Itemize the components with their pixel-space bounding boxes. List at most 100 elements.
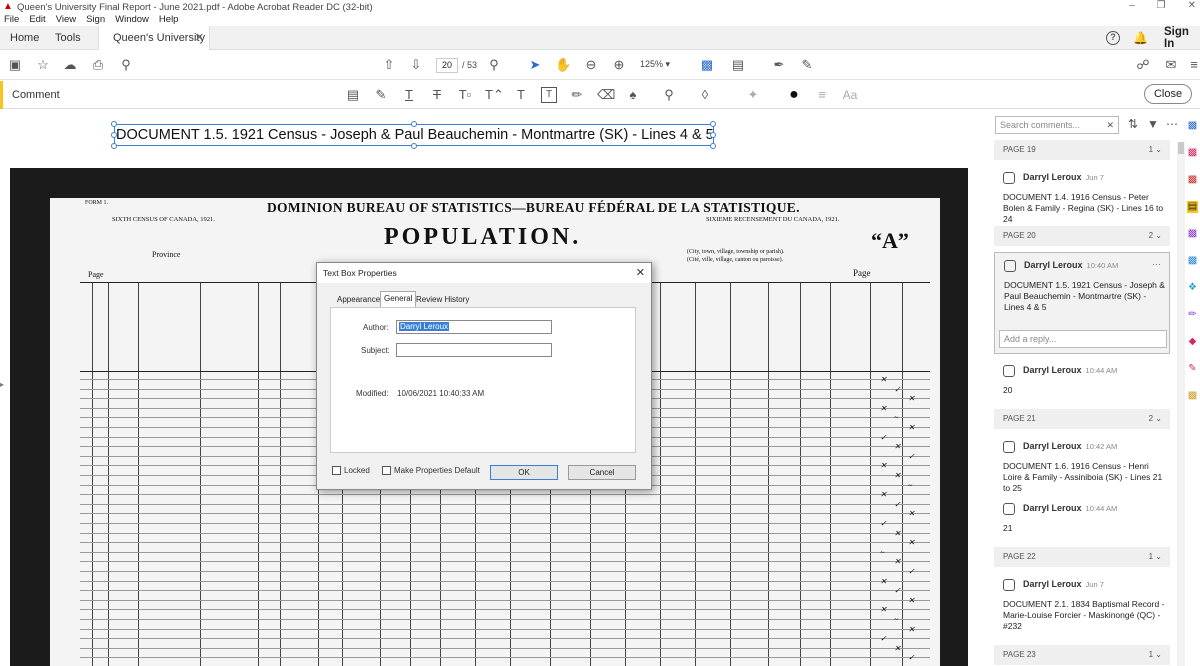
resize-handle[interactable] [411,143,417,149]
page-up-icon[interactable]: ⇧ [381,57,397,73]
replace-text-icon[interactable]: T▫ [457,87,473,103]
tab-review-history[interactable]: Review History [413,293,472,307]
tab-general[interactable]: General [380,291,417,308]
tab-home[interactable]: Home [10,26,39,50]
restore-icon[interactable]: ❐ [1157,0,1166,11]
page-group-header[interactable]: PAGE 22 1 ⌄ [994,547,1170,567]
compress-icon[interactable]: ❖ [1187,282,1198,294]
menu-view[interactable]: View [56,14,76,26]
reply-input[interactable]: Add a reply... [999,330,1167,348]
highlight-icon[interactable]: ✎ [373,87,389,103]
add-text-icon[interactable]: T [513,87,529,103]
resize-handle[interactable] [411,121,417,127]
cancel-button[interactable]: Cancel [568,465,636,480]
sort-icon[interactable]: ⇅ [1128,117,1138,131]
color-picker-icon[interactable]: ● [786,87,802,103]
comment-tool-icon[interactable]: ▤ [1187,201,1198,213]
resize-handle[interactable] [111,132,117,138]
shapes-icon[interactable]: ◊ [697,87,713,103]
star-icon[interactable]: ☆ [35,57,51,73]
page-group-header[interactable]: PAGE 23 1 ⌄ [994,645,1170,665]
tab-appearance[interactable]: Appearance [334,293,383,307]
comment-more-icon[interactable]: ··· [1152,259,1161,269]
close-button[interactable]: Close [1144,84,1192,104]
make-default-checkbox[interactable] [382,466,391,475]
fill-form-icon[interactable]: ✎ [1187,363,1198,375]
subject-field[interactable] [396,343,552,357]
resize-handle[interactable] [710,132,716,138]
save-icon[interactable]: ▣ [7,57,23,73]
page-number-input[interactable]: 20 [436,58,458,73]
page-group-header[interactable]: PAGE 19 1 ⌄ [994,140,1170,160]
organize-pages-icon[interactable]: ▩ [1187,255,1198,267]
menu-sign[interactable]: Sign [86,14,105,26]
close-icon[interactable]: ✕ [636,263,645,283]
close-tab-icon[interactable]: ✕ [195,26,204,50]
tab-document[interactable]: Queen's University ... ✕ [98,26,210,50]
menu-edit[interactable]: Edit [29,14,45,26]
left-panel-toggle-icon[interactable]: ▸ [0,380,4,389]
close-window-icon[interactable]: ✕ [1188,0,1196,11]
pin-icon[interactable]: ✦ [745,87,761,103]
eraser-icon[interactable]: ⌫ [597,87,615,103]
zoom-dropdown[interactable]: 125% ▾ [640,59,680,70]
locked-checkbox[interactable] [332,466,341,475]
comment-card-selected[interactable]: Darryl Leroux 10:40 AM ··· DOCUMENT 1.5. … [994,252,1170,354]
help-icon[interactable]: ? [1106,26,1120,50]
comment-card[interactable]: Darryl Leroux Jun 7 DOCUMENT 1.4. 1916 Ce… [994,172,1170,224]
search-comments-input[interactable]: Search comments... ✕ [995,116,1119,134]
attach-file-icon[interactable]: ⚲ [661,87,677,103]
more-tools-icon[interactable]: ≡ [1186,57,1200,73]
scroll-mode-icon[interactable]: ▤ [730,57,746,73]
page-group-header[interactable]: PAGE 20 2 ⌄ [994,226,1170,246]
export-pdf-icon[interactable]: ▩ [1187,120,1198,132]
zoom-in-icon[interactable]: ⊕ [611,57,627,73]
more-options-icon[interactable]: ⋯ [1166,117,1178,131]
menu-help[interactable]: Help [159,14,179,26]
ok-button[interactable]: OK [490,465,558,480]
tab-tools[interactable]: Tools [55,26,81,50]
comment-card[interactable]: Darryl Leroux Jun 7 DOCUMENT 2.1. 1834 Ba… [994,579,1170,639]
stamp-tool-icon[interactable]: ▩ [1187,390,1198,402]
find-page-icon[interactable]: ⚲ [486,57,502,73]
menu-file[interactable]: File [4,14,19,26]
zoom-out-icon[interactable]: ⊖ [583,57,599,73]
resize-handle[interactable] [710,121,716,127]
protect-icon[interactable]: ◆ [1187,336,1198,348]
clear-search-icon[interactable]: ✕ [1106,117,1114,133]
sticky-note-icon[interactable]: ▤ [345,87,361,103]
insert-text-icon[interactable]: T⌃ [485,87,504,103]
scrollbar-thumb[interactable] [1178,142,1184,154]
strikethrough-icon[interactable]: T [429,87,445,103]
page-down-icon[interactable]: ⇩ [408,57,424,73]
combine-files-icon[interactable]: ▩ [1187,228,1198,240]
select-cursor-icon[interactable]: ➤ [527,57,543,73]
resize-handle[interactable] [111,143,117,149]
comment-card[interactable]: Darryl Leroux 10:42 AM DOCUMENT 1.6. 1916… [994,441,1170,493]
menu-window[interactable]: Window [115,14,149,26]
stamp-icon[interactable]: ♠ [625,87,641,103]
email-icon[interactable]: ✉ [1163,57,1179,73]
page-fit-icon[interactable]: ▩ [699,57,715,73]
underline-text-icon[interactable]: T [401,87,417,103]
comment-card[interactable]: Darryl Leroux 10:44 AM 21 [994,503,1170,543]
share-link-icon[interactable]: ☍ [1135,57,1151,73]
print-icon[interactable]: ⎙ [90,57,106,73]
redact-icon[interactable]: ✏ [1187,309,1198,321]
page-group-header[interactable]: PAGE 21 2 ⌄ [994,409,1170,429]
filter-icon[interactable]: ▼ [1147,117,1159,131]
font-size-icon[interactable]: Aa [842,87,858,103]
text-box-icon[interactable]: T [541,87,557,103]
edit-pdf-icon[interactable]: ▩ [1187,174,1198,186]
sign-in-link[interactable]: Sign In [1164,26,1200,50]
create-pdf-icon[interactable]: ▩ [1187,147,1198,159]
notifications-bell-icon[interactable]: 🔔 [1133,26,1148,50]
line-width-icon[interactable]: ≡ [814,87,830,103]
zoom-search-icon[interactable]: ⚲ [118,57,134,73]
hand-tool-icon[interactable]: ✋ [555,57,571,73]
minimize-icon[interactable]: – [1129,0,1135,11]
comment-card[interactable]: Darryl Leroux 10:44 AM 20 [994,365,1170,405]
pencil-draw-icon[interactable]: ✏ [569,87,585,103]
sign-pen-icon[interactable]: ✒ [771,57,787,73]
fill-sign-icon[interactable]: ✎ [799,57,815,73]
